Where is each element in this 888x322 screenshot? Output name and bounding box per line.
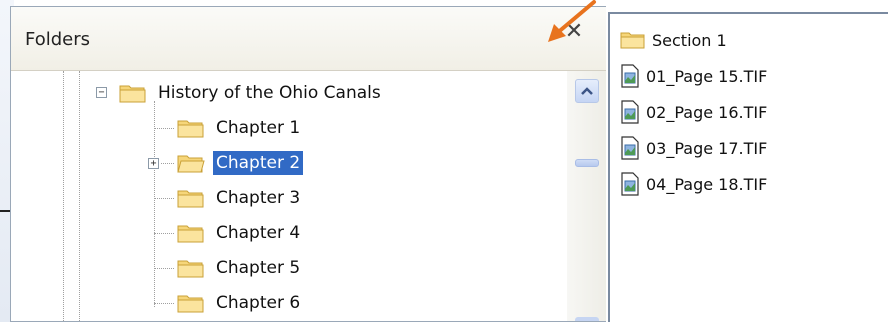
tif-file-icon <box>621 64 639 88</box>
folder-icon <box>177 260 204 278</box>
tree-item-label-selected: Chapter 2 <box>213 151 304 175</box>
tree-item-chapter-1[interactable]: Chapter 1 <box>177 112 303 144</box>
close-pane-button[interactable]: ✕ <box>561 19 587 45</box>
tree-item-chapter-5[interactable]: Chapter 5 <box>177 252 303 284</box>
folders-pane: Folders ✕ − History of the Ohio Canals C… <box>10 6 606 322</box>
file-item[interactable]: 02_Page 16.TIF <box>620 98 767 126</box>
chevron-up-icon <box>581 87 593 95</box>
tree-guide-line <box>154 101 155 307</box>
tree-collapse-toggle[interactable]: − <box>96 87 107 98</box>
scroll-up-button[interactable] <box>575 79 599 103</box>
file-item-label: 02_Page 16.TIF <box>646 102 768 122</box>
open-folder-icon <box>119 85 146 103</box>
tree-guide-line <box>63 71 64 321</box>
tree-item-label: Chapter 6 <box>216 293 301 313</box>
tree-item-label: Chapter 1 <box>216 118 301 138</box>
tree-item-label: Chapter 4 <box>216 223 301 243</box>
file-item-label: Section 1 <box>652 30 727 50</box>
file-item[interactable]: 01_Page 15.TIF <box>620 62 767 90</box>
folder-icon <box>177 295 204 313</box>
file-item[interactable]: 03_Page 17.TIF <box>620 134 767 162</box>
tree-item-root[interactable]: History of the Ohio Canals <box>119 77 384 109</box>
scroll-thumb[interactable] <box>575 159 599 167</box>
open-folder-icon <box>177 155 205 173</box>
tree-guide-line <box>154 268 174 269</box>
folders-pane-title: Folders <box>25 29 91 50</box>
folder-tree: − History of the Ohio Canals Chapter 1 + <box>11 71 567 321</box>
tree-item-label: Chapter 5 <box>216 258 301 278</box>
tree-expand-toggle[interactable]: + <box>148 158 159 169</box>
file-item-label: 03_Page 17.TIF <box>646 138 768 158</box>
tree-item-chapter-2[interactable]: Chapter 2 <box>177 147 304 179</box>
tree-item-label: Chapter 3 <box>216 188 301 208</box>
tif-file-icon <box>621 172 639 196</box>
file-item[interactable]: 04_Page 18.TIF <box>620 170 767 198</box>
folder-icon <box>177 190 204 208</box>
folders-pane-header: Folders ✕ <box>11 7 606 71</box>
tree-item-chapter-4[interactable]: Chapter 4 <box>177 217 303 249</box>
tree-guide-line <box>154 233 174 234</box>
tree-guide-line <box>154 198 174 199</box>
tree-guide-line <box>154 303 174 304</box>
file-item-label: 01_Page 15.TIF <box>646 66 768 86</box>
tree-guide-line <box>154 128 174 129</box>
tree-item-chapter-3[interactable]: Chapter 3 <box>177 182 303 214</box>
files-pane: Section 1 01_Page 15.TIF 02_Page 16.TIF … <box>608 12 888 322</box>
tif-file-icon <box>621 100 639 124</box>
tif-file-icon <box>621 136 639 160</box>
tree-item-label: History of the Ohio Canals <box>158 83 381 103</box>
tree-guide-line <box>79 71 80 321</box>
folder-icon <box>620 32 645 49</box>
tree-item-chapter-6[interactable]: Chapter 6 <box>177 287 303 319</box>
file-item-label: 04_Page 18.TIF <box>646 174 768 194</box>
folder-icon <box>177 225 204 243</box>
vertical-scrollbar[interactable] <box>567 71 606 321</box>
file-item-folder[interactable]: Section 1 <box>620 26 727 54</box>
scroll-track-end[interactable] <box>575 317 599 321</box>
tree-guide-line <box>161 163 174 164</box>
folder-icon <box>177 120 204 138</box>
